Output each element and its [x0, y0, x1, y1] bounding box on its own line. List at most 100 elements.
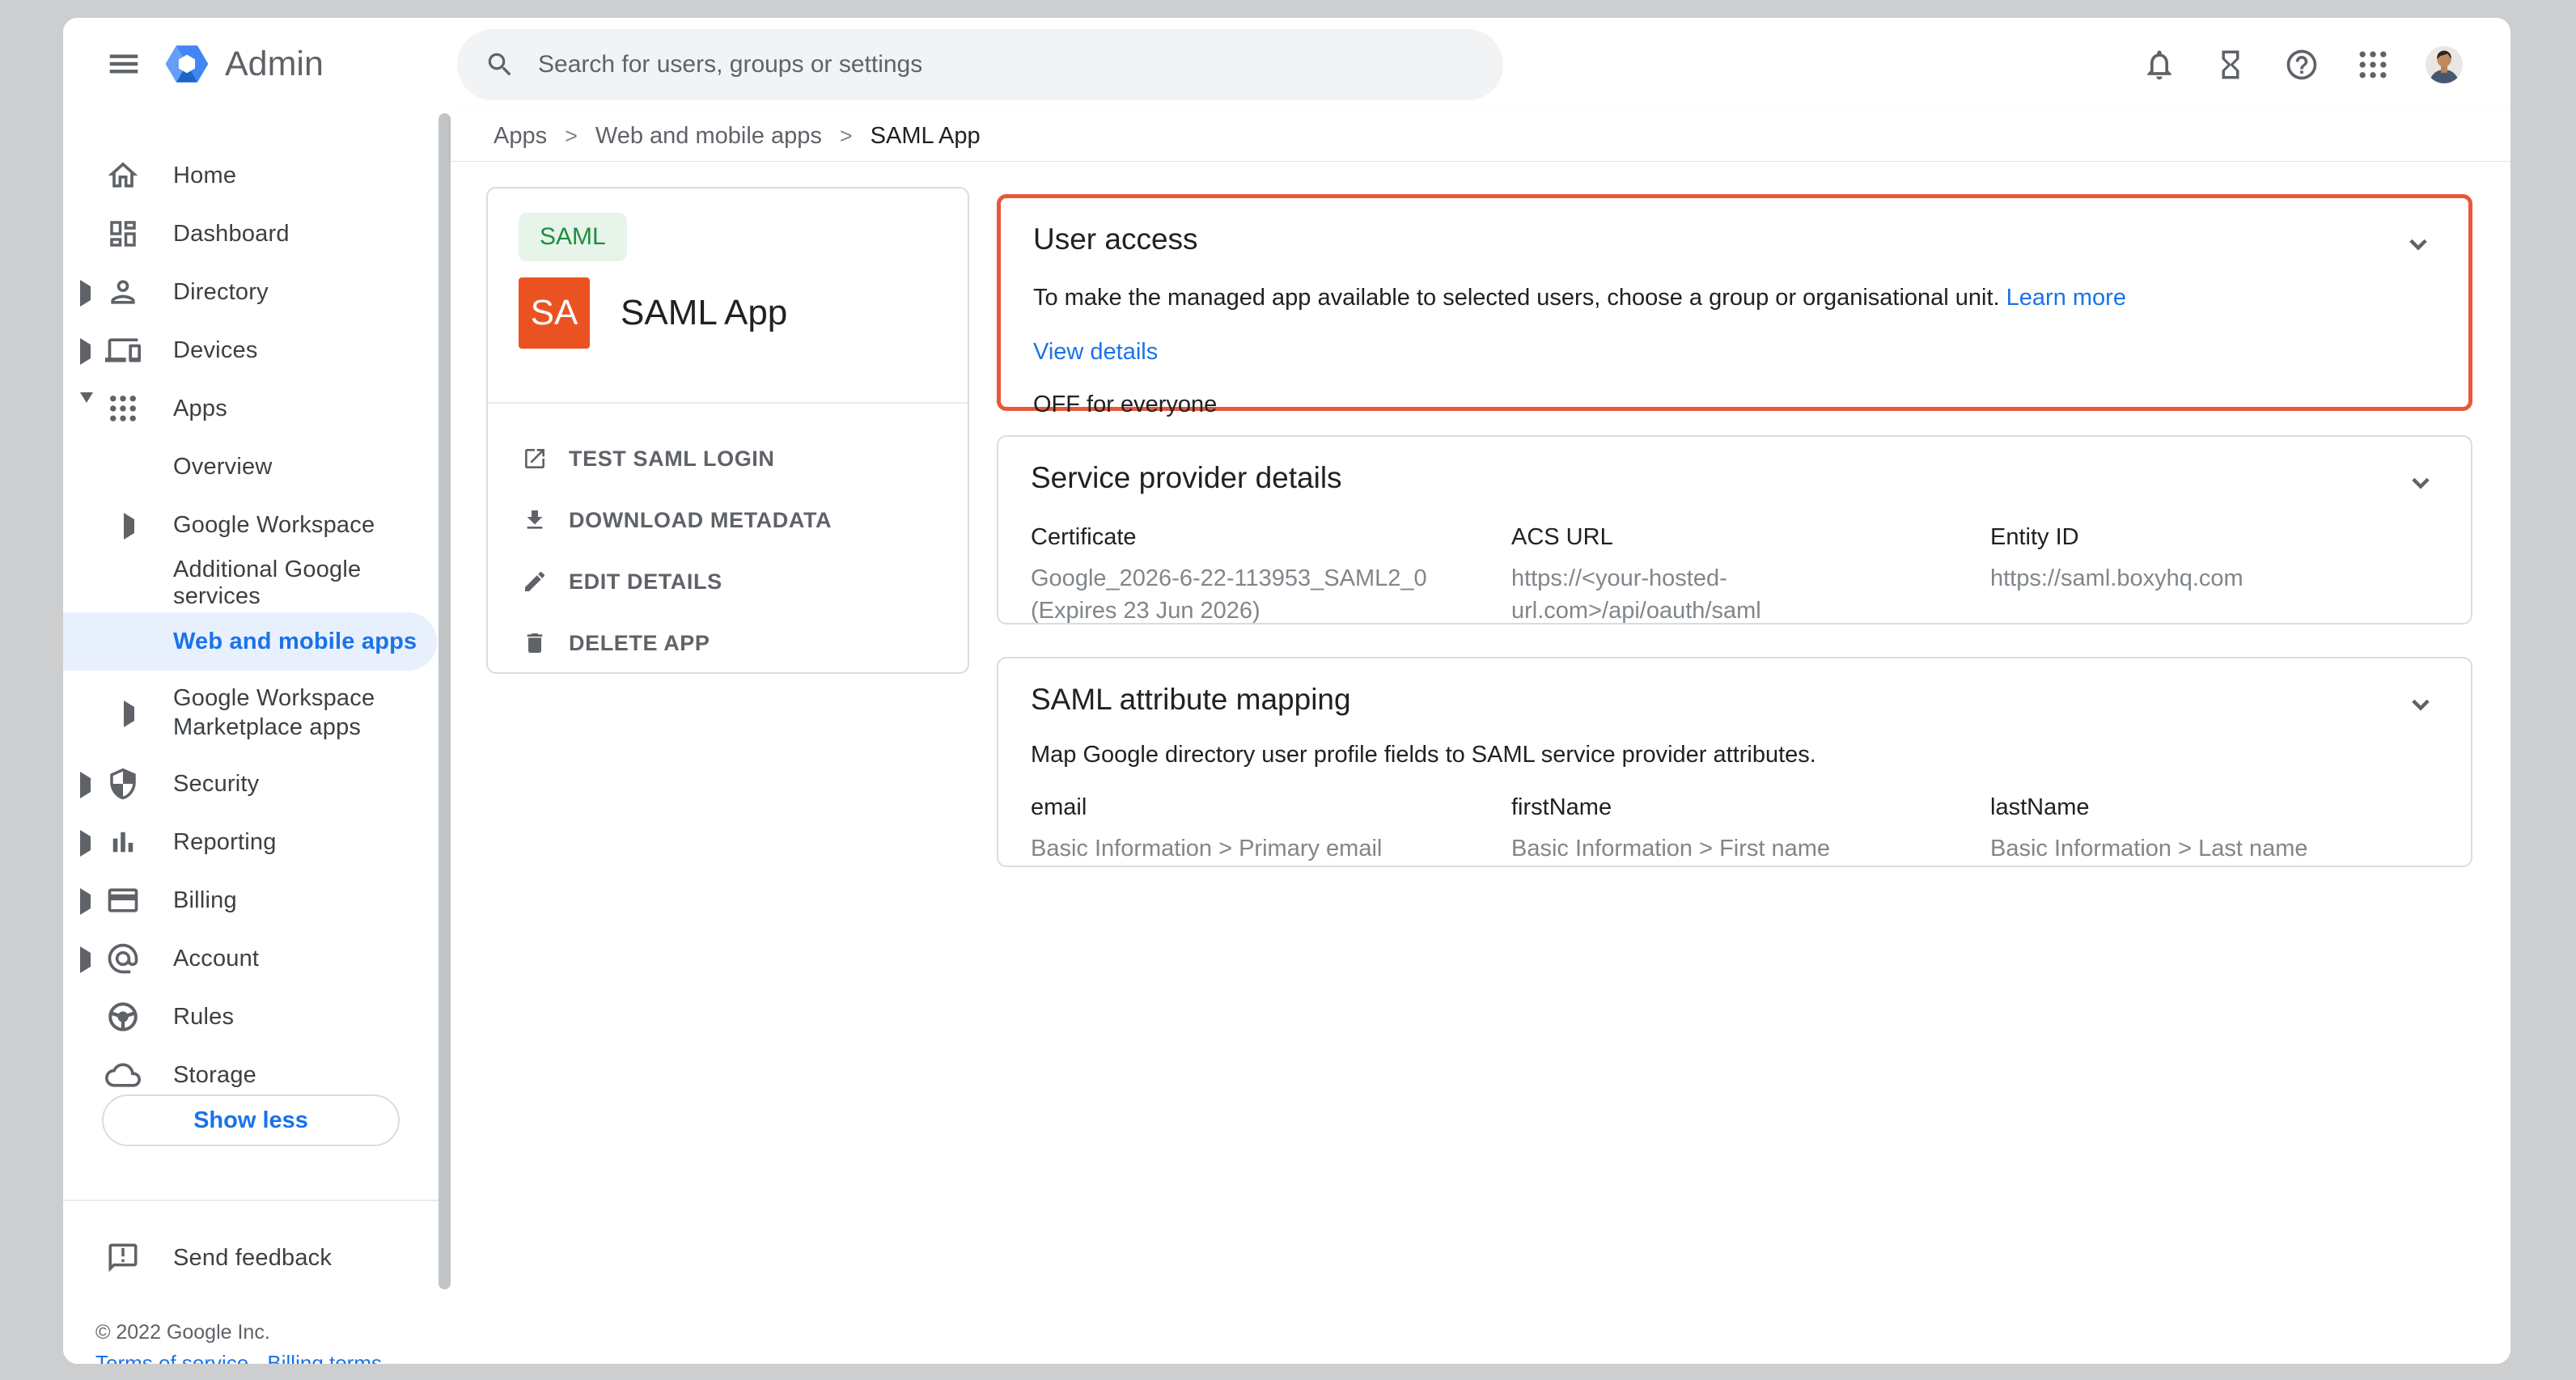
entity-id-label: Entity ID [1990, 524, 2438, 551]
expand-right-icon[interactable] [80, 836, 91, 851]
breadcrumb-apps[interactable]: Apps [494, 123, 547, 150]
expand-right-icon[interactable] [80, 286, 91, 301]
sidebar-item-account[interactable]: Account [63, 929, 440, 988]
breadcrumb-web-and-mobile-apps[interactable]: Web and mobile apps [595, 123, 822, 150]
learn-more-link[interactable]: Learn more [2006, 285, 2126, 311]
edit-details-button[interactable]: EDIT DETAILS [488, 551, 968, 612]
trash-icon [522, 630, 548, 656]
search-bar[interactable] [457, 29, 1503, 100]
action-label: TEST SAML LOGIN [569, 447, 775, 472]
app-avatar-initials: SA [531, 293, 578, 333]
home-icon [104, 156, 142, 195]
expand-right-icon[interactable] [124, 519, 134, 534]
admin-logo-icon [162, 39, 212, 89]
entity-id-value: https://saml.boxyhq.com [1990, 562, 2390, 595]
top-app-bar: Admin [63, 18, 2510, 111]
account-avatar[interactable] [2425, 45, 2464, 84]
entity-id-field: Entity ID https://saml.boxyhq.com [1990, 524, 2438, 627]
sidebar-item-home[interactable]: Home [63, 146, 440, 205]
at-sign-icon [104, 939, 142, 978]
breadcrumb: Apps > Web and mobile apps > SAML App [451, 111, 2510, 162]
app-summary-card: SAML SA SAML App TEST SAML LOGIN [486, 187, 969, 674]
lastname-attr-label: lastName [1990, 794, 2438, 821]
acs-url-label: ACS URL [1511, 524, 1990, 551]
sidebar-item-web-and-mobile-apps[interactable]: Web and mobile apps [63, 612, 437, 671]
breadcrumb-separator: > [565, 124, 578, 149]
chevron-down-icon[interactable] [2403, 686, 2438, 722]
lastname-mapping-field: lastName Basic Information > Last name [1990, 794, 2438, 865]
firstname-mapping-field: firstName Basic Information > First name [1511, 794, 1990, 865]
sidebar-item-apps[interactable]: Apps [63, 379, 440, 438]
sidebar-item-additional-google-services[interactable]: Additional Google services [63, 554, 440, 612]
delete-app-button[interactable]: DELETE APP [488, 612, 968, 674]
download-metadata-button[interactable]: DOWNLOAD METADATA [488, 489, 968, 551]
certificate-expiry: (Expires 23 Jun 2026) [1031, 595, 1463, 627]
apps-grid-icon [104, 389, 142, 428]
show-less-label: Show less [193, 1107, 308, 1134]
sidebar-item-label: Rules [173, 1004, 234, 1031]
email-mapping-field: email Basic Information > Primary email [1031, 794, 1511, 865]
sidebar-item-google-workspace[interactable]: Google Workspace [63, 496, 440, 554]
google-apps-grid-icon[interactable] [2354, 45, 2392, 84]
sidebar-item-dashboard[interactable]: Dashboard [63, 205, 440, 263]
attribute-mapping-title: SAML attribute mapping [1031, 683, 1351, 717]
sidebar-item-devices[interactable]: Devices [63, 321, 440, 379]
chevron-down-icon[interactable] [2403, 464, 2438, 500]
user-access-status: OFF for everyone [1033, 392, 2436, 418]
sidebar-item-reporting[interactable]: Reporting [63, 813, 440, 871]
sidebar-item-billing[interactable]: Billing [63, 871, 440, 929]
firstname-attr-label: firstName [1511, 794, 1990, 821]
attribute-mapping-description: Map Google directory user profile fields… [1031, 739, 2438, 770]
sidebar-item-label: Devices [173, 337, 258, 364]
sidebar-scrollbar[interactable] [439, 113, 451, 1289]
sidebar-item-label: Additional Google services [173, 557, 440, 610]
service-provider-card: Service provider details Certificate Goo… [997, 435, 2472, 624]
sidebar-item-label: Web and mobile apps [173, 629, 417, 655]
test-saml-login-button[interactable]: TEST SAML LOGIN [488, 428, 968, 489]
expand-right-icon[interactable] [80, 953, 91, 967]
send-feedback-button[interactable]: Send feedback [63, 1232, 440, 1284]
sidebar-item-rules[interactable]: Rules [63, 988, 440, 1046]
email-attr-label: email [1031, 794, 1511, 821]
admin-logo[interactable]: Admin [162, 39, 324, 89]
show-less-button[interactable]: Show less [102, 1094, 400, 1146]
sidebar-item-directory[interactable]: Directory [63, 263, 440, 321]
chevron-down-icon[interactable] [2400, 226, 2436, 261]
notifications-icon[interactable] [2140, 45, 2179, 84]
sidebar-item-label: Storage [173, 1062, 256, 1089]
search-input[interactable] [536, 50, 1430, 79]
help-icon[interactable] [2282, 45, 2321, 84]
view-details-link[interactable]: View details [1033, 339, 1158, 365]
expand-right-icon[interactable] [80, 345, 91, 359]
link-separator: - [388, 1351, 395, 1364]
link-separator: - [255, 1351, 262, 1364]
cloud-icon [104, 1056, 142, 1094]
main-menu-icon[interactable] [105, 45, 142, 83]
sidebar-item-marketplace-apps[interactable]: Google Workspace Marketplace apps [63, 671, 440, 755]
acs-url-value-line1: https://<your-hosted- [1511, 562, 1942, 595]
sidebar-item-overview[interactable]: Overview [63, 438, 440, 496]
expand-right-icon[interactable] [80, 778, 91, 793]
sidebar-item-security[interactable]: Security [63, 755, 440, 813]
expand-right-icon[interactable] [124, 707, 134, 722]
acs-url-value-line2: url.com>/api/oauth/saml [1511, 595, 1942, 627]
user-access-title: User access [1033, 222, 1198, 256]
credit-card-icon [104, 881, 142, 920]
firstname-attr-value: Basic Information > First name [1511, 832, 1990, 865]
expand-down-icon[interactable] [80, 403, 93, 417]
sidebar-divider [63, 1200, 440, 1201]
terms-of-service-link[interactable]: Terms of service [95, 1351, 248, 1364]
pending-tasks-icon[interactable] [2211, 45, 2250, 84]
app-title: SAML App [621, 293, 787, 333]
service-provider-title: Service provider details [1031, 461, 1342, 495]
bar-chart-icon [104, 823, 142, 861]
user-access-card: User access To make the managed app avai… [997, 194, 2472, 411]
billing-terms-link[interactable]: Billing terms [267, 1351, 382, 1364]
certificate-field: Certificate Google_2026-6-22-113953_SAML… [1031, 524, 1511, 627]
action-label: EDIT DETAILS [569, 569, 722, 595]
shield-icon [104, 764, 142, 803]
sidebar-item-label: Directory [173, 279, 269, 306]
person-icon [104, 273, 142, 311]
send-feedback-label: Send feedback [173, 1245, 332, 1272]
expand-right-icon[interactable] [80, 895, 91, 909]
